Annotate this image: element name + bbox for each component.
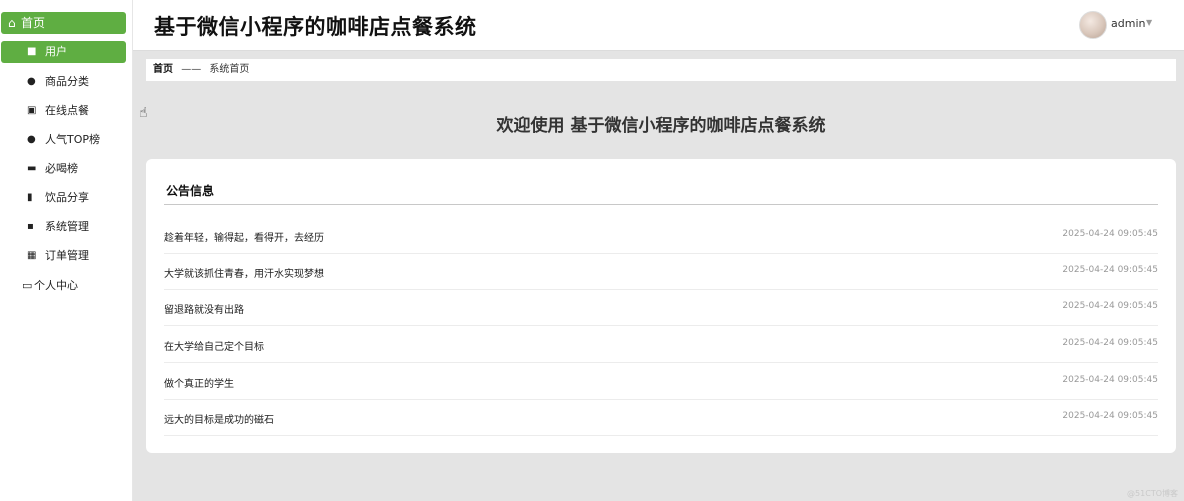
ticket-icon: ▪ <box>27 221 34 232</box>
notice-row[interactable]: 做个真正的学生 2025-04-24 09:05:45 <box>164 364 1158 400</box>
sidebar-item-must-drink[interactable]: ▬ 必喝榜 <box>1 158 126 180</box>
notice-row-time: 2025-04-24 09:05:45 <box>1062 229 1158 239</box>
sidebar-item-label: 必喝榜 <box>45 162 78 175</box>
sidebar-item-label: 商品分类 <box>45 75 89 88</box>
notice-row-time: 2025-04-24 09:05:45 <box>1062 301 1158 311</box>
sidebar-item-personal-center[interactable]: ▭ 个人中心 <box>22 275 78 297</box>
sidebar-item-label: 订单管理 <box>45 249 89 262</box>
sidebar-item-label: 人气TOP榜 <box>45 133 101 146</box>
notice-row-title[interactable]: 留退路就没有出路 <box>164 301 244 316</box>
sidebar-item-users[interactable]: ■ 用户 <box>1 41 126 63</box>
sidebar: ⌂ 首页 ■ 用户 ● 商品分类 ▣ 在线点餐 ● 人气TOP榜 ▬ 必喝榜 ▮… <box>0 0 133 501</box>
sidebar-item-label: 饮品分享 <box>45 191 89 204</box>
welcome-heading: 欢迎使用 基于微信小程序的咖啡店点餐系统 <box>496 116 826 136</box>
notice-row-time: 2025-04-24 09:05:45 <box>1062 375 1158 385</box>
notice-card: 公告信息 趁着年轻，输得起，看得开，去经历 2025-04-24 09:05:4… <box>146 159 1176 453</box>
notice-row-title[interactable]: 在大学给自己定个目标 <box>164 338 264 353</box>
sidebar-home-label: 首页 <box>21 16 46 30</box>
sidebar-item-online-order[interactable]: ▣ 在线点餐 <box>1 100 126 122</box>
sidebar-item-label: 系统管理 <box>45 220 89 233</box>
briefcase-icon: ■ <box>27 46 37 57</box>
breadcrumb-current: 系统首页 <box>209 64 250 75</box>
app-title: 基于微信小程序的咖啡店点餐系统 <box>154 15 477 39</box>
notice-row-title[interactable]: 大学就该抓住青春，用汗水实现梦想 <box>164 265 324 280</box>
sidebar-item-order-management[interactable]: ▦ 订单管理 <box>1 245 126 267</box>
breadcrumb: 首页 —— 系统首页 <box>146 59 1176 81</box>
sidebar-item-system-management[interactable]: ▪ 系统管理 <box>1 216 126 238</box>
notice-row-time: 2025-04-24 09:05:45 <box>1062 338 1158 348</box>
top-header: 基于微信小程序的咖啡店点餐系统 admin ▼ <box>133 0 1184 51</box>
breadcrumb-home[interactable]: 首页 <box>153 64 173 75</box>
breadcrumb-separator: —— <box>181 64 202 75</box>
chart-icon: ▮ <box>27 192 33 203</box>
sidebar-item-drink-share[interactable]: ▮ 饮品分享 <box>1 187 126 209</box>
id-card-icon: ▭ <box>22 279 33 292</box>
caret-down-icon[interactable]: ▼ <box>1146 18 1152 27</box>
notice-row-time: 2025-04-24 09:05:45 <box>1062 265 1158 275</box>
notice-row-title[interactable]: 做个真正的学生 <box>164 375 234 390</box>
grid-icon: ▦ <box>27 250 37 261</box>
notice-title: 公告信息 <box>166 184 215 198</box>
notice-row[interactable]: 在大学给自己定个目标 2025-04-24 09:05:45 <box>164 327 1158 363</box>
user-icon: ● <box>27 76 36 87</box>
watermark: @51CTO博客 <box>1127 489 1178 498</box>
home-icon: ⌂ <box>8 16 16 30</box>
clipboard-icon: ▣ <box>27 105 37 116</box>
notice-row-title[interactable]: 趁着年轻，输得起，看得开，去经历 <box>164 229 324 244</box>
notice-row-title[interactable]: 远大的目标是成功的磁石 <box>164 411 274 426</box>
sidebar-item-label: 用户 <box>45 45 67 58</box>
sidebar-personal-label: 个人中心 <box>34 279 78 292</box>
notice-row[interactable]: 远大的目标是成功的磁石 2025-04-24 09:05:45 <box>164 400 1158 436</box>
notice-row[interactable]: 大学就该抓住青春，用汗水实现梦想 2025-04-24 09:05:45 <box>164 254 1158 290</box>
user-icon: ● <box>27 134 36 145</box>
divider <box>164 204 1158 205</box>
notice-row[interactable]: 留退路就没有出路 2025-04-24 09:05:45 <box>164 290 1158 326</box>
sidebar-item-product-category[interactable]: ● 商品分类 <box>1 71 126 93</box>
sidebar-item-home[interactable]: ⌂ 首页 <box>1 12 126 34</box>
sidebar-item-label: 在线点餐 <box>45 104 89 117</box>
notice-row-time: 2025-04-24 09:05:45 <box>1062 411 1158 421</box>
user-name[interactable]: admin <box>1111 17 1145 30</box>
sidebar-item-top-list[interactable]: ● 人气TOP榜 <box>1 129 126 151</box>
notice-row[interactable]: 趁着年轻，输得起，看得开，去经历 2025-04-24 09:05:45 <box>164 218 1158 254</box>
avatar[interactable] <box>1079 11 1107 39</box>
comment-icon: ▬ <box>27 163 37 174</box>
